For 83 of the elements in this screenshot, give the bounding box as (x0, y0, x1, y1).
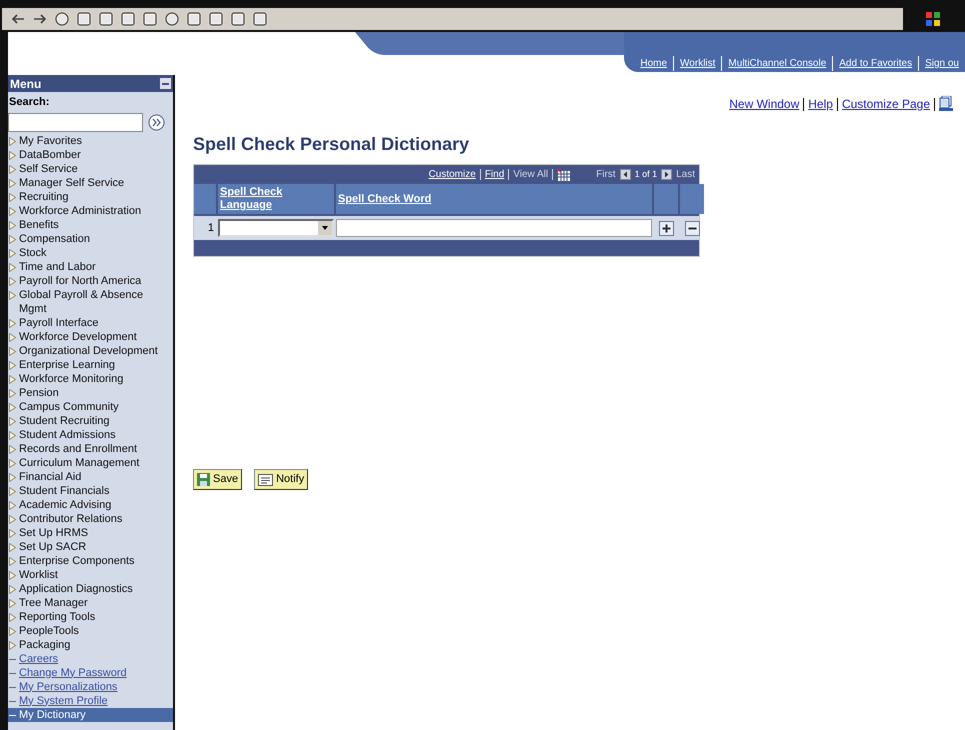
menu-folder[interactable]: Curriculum Management (19, 456, 169, 470)
menu-link[interactable]: My System Profile (19, 694, 108, 708)
menu-folder[interactable]: My Favorites (19, 134, 169, 148)
collapse-icon[interactable] (160, 78, 171, 89)
menu-folder[interactable]: Self Service (19, 162, 169, 176)
next-icon[interactable] (661, 169, 672, 180)
dash-icon (9, 686, 16, 688)
header-link[interactable]: Worklist (673, 56, 722, 71)
menu-folder[interactable]: PeopleTools (19, 624, 169, 638)
menu-folder[interactable]: Compensation (19, 232, 169, 246)
header-link[interactable]: Add to Favorites (832, 56, 918, 71)
menu-folder[interactable]: Workforce Administration (19, 204, 169, 218)
menu-folder[interactable]: DataBomber (19, 148, 169, 162)
page-link[interactable]: Help (808, 95, 833, 113)
menu-folder[interactable]: Academic Advising (19, 498, 169, 512)
page-link[interactable]: Customize Page (842, 95, 930, 113)
menu-link[interactable]: Change My Password (19, 666, 127, 680)
menu-folder[interactable]: Stock (19, 246, 169, 260)
page-link-icon[interactable] (939, 96, 953, 112)
notify-button[interactable]: Notify (254, 469, 308, 490)
column-header (680, 184, 704, 214)
header-link[interactable]: Home (634, 56, 674, 71)
note-icon (258, 474, 274, 486)
dash-icon (9, 700, 16, 702)
page-title: Spell Check Personal Dictionary (193, 133, 470, 156)
menu-folder[interactable]: Payroll for North America (19, 274, 169, 288)
menu-folder[interactable]: Workforce Development (19, 330, 169, 344)
menu-title: Menu (10, 76, 42, 92)
menu-folder[interactable]: Application Diagnostics (19, 582, 169, 596)
menu-folder[interactable]: Benefits (19, 218, 169, 232)
menu-folder[interactable]: Student Financials (19, 484, 169, 498)
find-link[interactable]: Find (484, 167, 504, 182)
dash-icon (9, 658, 16, 660)
view-all-link[interactable]: View All (513, 167, 548, 182)
menu-folder[interactable]: Financial Aid (19, 470, 169, 484)
dash-icon (9, 714, 16, 716)
menu-folder[interactable]: Manager Self Service (19, 176, 169, 190)
download-grid-icon[interactable] (557, 168, 570, 180)
last-label: Last (676, 168, 695, 182)
menu-folder[interactable]: Records and Enrollment (19, 442, 169, 456)
language-dropdown[interactable] (218, 219, 334, 237)
menu-link[interactable]: My Personalizations (19, 680, 118, 694)
row-number: 1 (206, 220, 215, 236)
column-header (194, 184, 216, 214)
menu-folder[interactable]: Recruiting (19, 190, 169, 204)
first-label: First (596, 168, 616, 182)
menu-folder[interactable]: Reporting Tools (19, 610, 169, 624)
menu-folder[interactable]: Enterprise Components (19, 554, 169, 568)
menu-folder[interactable]: Tree Manager (19, 596, 169, 610)
menu-folder[interactable]: Contributor Relations (19, 512, 169, 526)
page-count: 1 of 1 (634, 168, 658, 181)
search-field[interactable] (8, 112, 143, 132)
save-button[interactable]: Save (193, 469, 242, 490)
word-field[interactable] (336, 219, 652, 237)
menu-folder[interactable]: Set Up SACR (19, 540, 169, 554)
menu-folder[interactable]: Workforce Monitoring (19, 372, 169, 386)
menu-folder[interactable]: Campus Community (19, 400, 169, 414)
menu-folder[interactable]: Payroll Interface (19, 316, 169, 330)
header-link[interactable]: Sign ou (918, 56, 965, 71)
menu-folder[interactable]: Organizational Development (19, 344, 169, 358)
menu-folder[interactable]: Enterprise Learning (19, 358, 169, 372)
menu-folder[interactable]: Packaging (19, 638, 169, 652)
windows-logo-icon (925, 11, 941, 27)
menu-folder[interactable]: Student Admissions (19, 428, 169, 442)
menu-folder[interactable]: Set Up HRMS (19, 526, 169, 540)
menu-folder[interactable]: Global Payroll & Absence Mgmt (19, 288, 169, 316)
column-header[interactable]: Spell Check Language (218, 184, 334, 214)
add-row-icon[interactable] (658, 220, 674, 236)
header-link[interactable]: MultiChannel Console (721, 56, 832, 71)
menu-folder[interactable]: Worklist (19, 568, 169, 582)
menu-folder[interactable]: Student Recruiting (19, 414, 169, 428)
delete-row-icon[interactable] (684, 220, 700, 236)
menu-folder[interactable]: Pension (19, 386, 169, 400)
menu-link[interactable]: Careers (19, 652, 58, 666)
previous-icon[interactable] (620, 169, 631, 180)
column-header[interactable]: Spell Check Word (336, 184, 652, 214)
column-header (654, 184, 678, 214)
dash-icon (9, 672, 16, 674)
menu-folder[interactable]: Time and Labor (19, 260, 169, 274)
search-label: Search: (8, 95, 50, 110)
go-icon[interactable] (148, 114, 165, 130)
page-link[interactable]: New Window (729, 95, 800, 113)
customize-link[interactable]: Customize (428, 167, 476, 182)
